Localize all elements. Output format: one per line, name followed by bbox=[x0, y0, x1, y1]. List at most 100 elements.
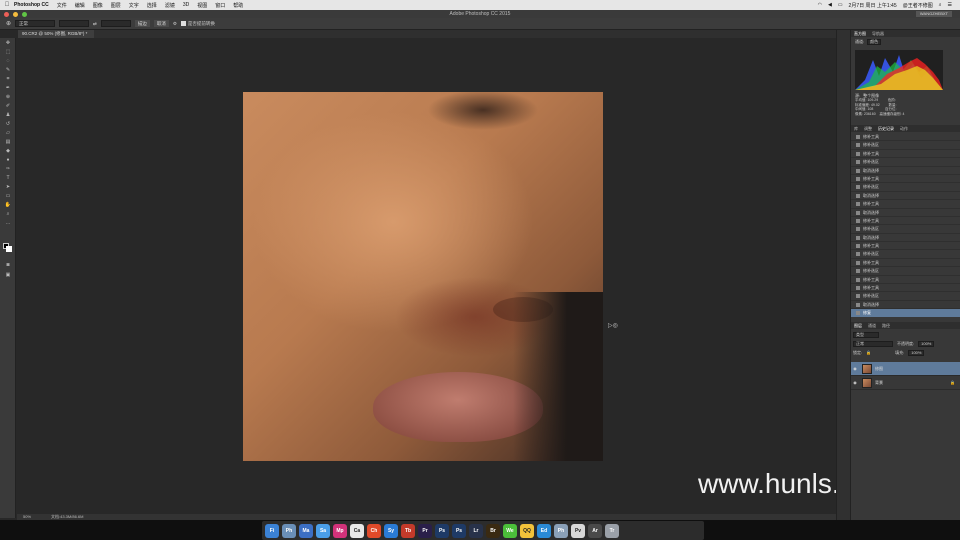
history-item[interactable]: 修补工具 bbox=[851, 217, 960, 226]
eye-icon[interactable]: ◉ bbox=[851, 380, 859, 385]
dock-app-icon[interactable]: Tr bbox=[605, 523, 619, 538]
settings-icon[interactable]: ⚙ bbox=[173, 21, 177, 27]
eye-icon[interactable]: ◉ bbox=[851, 366, 859, 371]
history-item[interactable]: 取消选择 bbox=[851, 167, 960, 175]
dock-app-icon[interactable]: Ed bbox=[537, 523, 551, 538]
history-item-current[interactable]: 修复 bbox=[851, 309, 960, 317]
brush-tool-icon[interactable]: ✐ bbox=[3, 102, 13, 110]
blend-mode-select[interactable]: 正常 bbox=[853, 340, 893, 347]
layer-row[interactable]: ◉ 修图 bbox=[851, 362, 960, 376]
dock-app-icon[interactable]: Fi bbox=[265, 523, 279, 538]
dock-app-icon[interactable]: We bbox=[503, 523, 517, 538]
history-item[interactable]: 修补选区 bbox=[851, 225, 960, 234]
history-item[interactable]: 修补选区 bbox=[851, 158, 960, 167]
fill-field[interactable]: 100% bbox=[908, 349, 925, 356]
target-field[interactable] bbox=[100, 20, 131, 27]
swap-icon[interactable]: ⇄ bbox=[93, 21, 97, 27]
tab-channels[interactable]: 通道 bbox=[868, 322, 876, 329]
history-item[interactable]: 修补工具 bbox=[851, 284, 960, 293]
list-icon[interactable]: ☰ bbox=[948, 2, 952, 8]
dodge-tool-icon[interactable]: ● bbox=[3, 156, 13, 164]
layer-kind-select[interactable]: 类型 bbox=[853, 331, 879, 338]
menu-image[interactable]: 图像 bbox=[93, 2, 103, 9]
volume-icon[interactable]: ◀ bbox=[828, 2, 832, 8]
dock-app-icon[interactable]: Mp bbox=[333, 523, 347, 538]
history-item[interactable]: 修补工具 bbox=[851, 242, 960, 251]
lasso-tool-icon[interactable]: ◌ bbox=[3, 57, 13, 65]
history-item[interactable]: 取消选择 bbox=[851, 234, 960, 243]
layer-row[interactable]: ◉ 背景 🔒 bbox=[851, 376, 960, 390]
dock-app-icon[interactable]: Br bbox=[486, 523, 500, 538]
tab-navigator[interactable]: 导航器 bbox=[872, 30, 884, 37]
dock-app-icon[interactable]: Ph bbox=[554, 523, 568, 538]
dock-app-icon[interactable]: Pr bbox=[418, 523, 432, 538]
eraser-tool-icon[interactable]: ▱ bbox=[3, 129, 13, 137]
dock-app-icon[interactable]: Ps bbox=[435, 523, 449, 538]
clock[interactable]: 2月7日 周日 上午1:45 bbox=[849, 2, 897, 9]
dock-app-icon[interactable]: Ps bbox=[452, 523, 466, 538]
crop-tool-icon[interactable]: ⌗ bbox=[3, 75, 13, 83]
user-menu[interactable]: @王者不修图 bbox=[903, 2, 933, 9]
shape-tool-icon[interactable]: ▭ bbox=[3, 192, 13, 200]
blur-tool-icon[interactable]: ◆ bbox=[3, 147, 13, 155]
search-icon[interactable]: ⌕ bbox=[939, 2, 942, 8]
pen-tool-icon[interactable]: ✑ bbox=[3, 165, 13, 173]
history-item[interactable]: 修补工具 bbox=[851, 200, 960, 209]
menu-view[interactable]: 视图 bbox=[197, 2, 207, 9]
menu-filter[interactable]: 滤镜 bbox=[165, 2, 175, 9]
menu-type[interactable]: 文字 bbox=[129, 2, 139, 9]
document-tab[interactable]: 90.CR2 @ 50% (修图, RGB/8*) * bbox=[18, 30, 94, 38]
tab-paths[interactable]: 路径 bbox=[882, 322, 890, 329]
lock-icon[interactable]: 🔒 bbox=[866, 350, 871, 355]
background-color-swatch[interactable] bbox=[6, 246, 12, 252]
history-item[interactable]: 取消选择 bbox=[851, 209, 960, 217]
history-item[interactable]: 修补工具 bbox=[851, 150, 960, 159]
move-tool-icon[interactable]: ✥ bbox=[3, 39, 13, 47]
tab-libraries[interactable]: 库 bbox=[854, 125, 858, 132]
history-item[interactable]: 取消选择 bbox=[851, 192, 960, 201]
quick-mask-icon[interactable]: ◙ bbox=[3, 261, 13, 269]
healing-tool-icon[interactable]: ⊕ bbox=[3, 93, 13, 101]
hand-tool-icon[interactable]: ✋ bbox=[3, 201, 13, 209]
history-item[interactable]: 修补选区 bbox=[851, 292, 960, 301]
dock-app-icon[interactable]: Ca bbox=[350, 523, 364, 538]
opacity-field[interactable]: 100% bbox=[918, 340, 935, 347]
wifi-icon[interactable]: ◠ bbox=[818, 2, 822, 8]
dock-app-icon[interactable]: Tb bbox=[401, 523, 415, 538]
patch-tool-icon[interactable]: ⊕ bbox=[6, 20, 11, 27]
option-checkbox[interactable]: 是否提前转换 bbox=[180, 21, 215, 27]
apple-icon[interactable]:  bbox=[0, 2, 14, 8]
history-item[interactable]: 修补工具 bbox=[851, 276, 960, 285]
dock-app-icon[interactable]: Sa bbox=[316, 523, 330, 538]
mode-select[interactable]: 正常 bbox=[15, 20, 56, 27]
dock-app-icon[interactable]: Lr bbox=[469, 523, 483, 538]
tab-layers[interactable]: 图层 bbox=[854, 322, 862, 329]
menu-select[interactable]: 选择 bbox=[147, 2, 157, 9]
gradient-tool-icon[interactable]: ▤ bbox=[3, 138, 13, 146]
menu-layer[interactable]: 图层 bbox=[111, 2, 121, 9]
marquee-tool-icon[interactable]: ⬚ bbox=[3, 48, 13, 56]
dock-app-icon[interactable]: Sy bbox=[384, 523, 398, 538]
history-item[interactable]: 修补工具 bbox=[851, 259, 960, 268]
channel-select[interactable]: 颜色 bbox=[867, 39, 882, 45]
path-select-icon[interactable]: ➤ bbox=[3, 183, 13, 191]
history-item[interactable]: 修补工具 bbox=[851, 133, 960, 142]
battery-icon[interactable]: ▭ bbox=[838, 2, 843, 8]
type-tool-icon[interactable]: T bbox=[3, 174, 13, 182]
document-image[interactable] bbox=[243, 92, 603, 461]
dock-app-icon[interactable]: Ar bbox=[588, 523, 602, 538]
cancel-button[interactable]: 取消 bbox=[153, 20, 169, 27]
menu-help[interactable]: 帮助 bbox=[233, 2, 243, 9]
dock-app-icon[interactable]: Pv bbox=[571, 523, 585, 538]
history-item[interactable]: 修补选区 bbox=[851, 183, 960, 192]
tab-histogram[interactable]: 直方图 bbox=[854, 30, 866, 37]
history-item[interactable]: 修补工具 bbox=[851, 175, 960, 184]
quick-select-tool-icon[interactable]: ✎ bbox=[3, 66, 13, 74]
menu-window[interactable]: 窗口 bbox=[215, 2, 225, 9]
history-item[interactable]: 取消选择 bbox=[851, 301, 960, 310]
eyedropper-tool-icon[interactable]: ✒ bbox=[3, 84, 13, 92]
dock-app-icon[interactable]: QQ bbox=[520, 523, 534, 538]
tab-adjustments[interactable]: 调整 bbox=[864, 125, 872, 132]
zoom-tool-icon[interactable]: ⌕ bbox=[3, 210, 13, 218]
menu-file[interactable]: 文件 bbox=[57, 2, 67, 9]
